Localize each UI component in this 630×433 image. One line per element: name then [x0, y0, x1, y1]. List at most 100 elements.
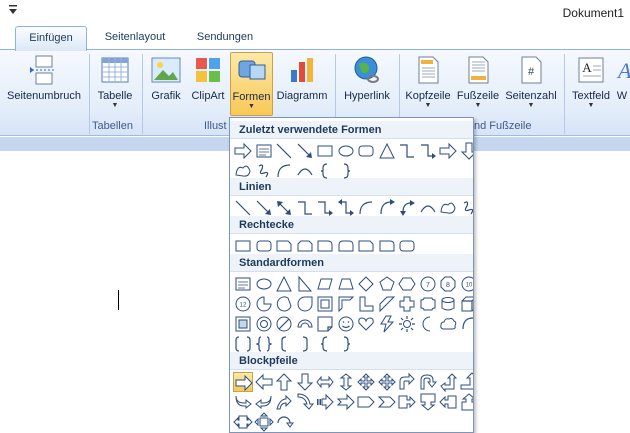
shape-option[interactable]: [274, 314, 294, 334]
shape-option[interactable]: [397, 294, 417, 314]
clipart-button[interactable]: ClipArt: [188, 54, 228, 116]
wordart-button[interactable]: A W: [614, 54, 630, 116]
shape-option[interactable]: [397, 372, 417, 392]
textbox-button[interactable]: A Textfeld ▼: [568, 54, 614, 116]
shape-option[interactable]: [295, 198, 315, 218]
shape-option[interactable]: 8: [438, 274, 458, 294]
shape-option[interactable]: [254, 334, 274, 354]
shapes-button[interactable]: Formen ▼: [230, 52, 273, 116]
shape-option[interactable]: [459, 314, 473, 334]
shape-option[interactable]: [459, 392, 473, 412]
shape-option[interactable]: 10: [459, 274, 473, 294]
shape-option[interactable]: [233, 372, 253, 392]
shape-option[interactable]: [397, 141, 417, 161]
shape-option[interactable]: [253, 412, 274, 432]
page-break-button[interactable]: Seitenumbruch: [3, 54, 85, 116]
shape-option[interactable]: [356, 141, 376, 161]
shape-option[interactable]: [254, 294, 274, 314]
shape-option[interactable]: [233, 236, 253, 256]
shape-option[interactable]: [274, 294, 294, 314]
shape-option[interactable]: [295, 161, 315, 181]
shape-option[interactable]: [377, 294, 397, 314]
shape-option[interactable]: [397, 274, 417, 294]
shape-option[interactable]: [356, 294, 376, 314]
shape-option[interactable]: [336, 334, 356, 354]
shape-option[interactable]: [315, 236, 335, 256]
shape-option[interactable]: [254, 392, 274, 412]
customize-quick-access-icon[interactable]: [8, 4, 20, 18]
shape-option[interactable]: [418, 314, 438, 334]
shape-option[interactable]: [233, 141, 253, 161]
shape-option[interactable]: [274, 236, 294, 256]
shape-option[interactable]: [233, 314, 253, 334]
shape-option[interactable]: [397, 236, 417, 256]
shape-option[interactable]: [315, 294, 335, 314]
shape-option[interactable]: [459, 141, 473, 161]
shape-option[interactable]: [315, 274, 335, 294]
shape-option[interactable]: [274, 412, 294, 432]
shape-option[interactable]: [295, 314, 315, 334]
shape-option[interactable]: [315, 314, 335, 334]
shape-option[interactable]: [418, 294, 438, 314]
shape-option[interactable]: [356, 198, 376, 218]
shape-option[interactable]: [295, 274, 315, 294]
shape-option[interactable]: 12: [233, 294, 253, 314]
shape-option[interactable]: [315, 141, 335, 161]
picture-button[interactable]: Grafik: [146, 54, 186, 116]
shape-option[interactable]: [459, 198, 474, 218]
shape-option[interactable]: [438, 198, 458, 218]
shape-option[interactable]: [336, 392, 356, 412]
shape-option[interactable]: [295, 236, 315, 256]
shape-option[interactable]: 7: [418, 274, 438, 294]
shape-option[interactable]: [438, 141, 458, 161]
shape-option[interactable]: [377, 392, 397, 412]
shape-option[interactable]: [336, 314, 356, 334]
shape-option[interactable]: [315, 161, 335, 181]
shape-option[interactable]: [336, 294, 356, 314]
shape-option[interactable]: [295, 294, 315, 314]
table-button[interactable]: Tabelle ▼: [93, 54, 137, 116]
shape-option[interactable]: [274, 161, 294, 181]
shape-option[interactable]: [356, 372, 376, 392]
shape-option[interactable]: [295, 334, 315, 354]
shape-option[interactable]: [377, 236, 397, 256]
shape-option[interactable]: [254, 236, 274, 256]
shape-option[interactable]: [254, 198, 274, 218]
shape-option[interactable]: [233, 274, 253, 294]
shape-option[interactable]: [438, 294, 458, 314]
shape-option[interactable]: [336, 198, 356, 218]
shape-option[interactable]: [274, 198, 294, 218]
shape-option[interactable]: [397, 198, 417, 218]
shape-option[interactable]: [418, 198, 438, 218]
shape-option[interactable]: [254, 372, 274, 392]
shape-option[interactable]: [377, 141, 397, 161]
shape-option[interactable]: [233, 392, 253, 412]
shape-option[interactable]: [274, 274, 294, 294]
shape-option[interactable]: [438, 314, 458, 334]
shape-option[interactable]: [418, 372, 438, 392]
shape-option[interactable]: [336, 236, 356, 256]
shape-option[interactable]: [356, 392, 376, 412]
shape-option[interactable]: [315, 334, 335, 354]
shape-option[interactable]: [295, 141, 315, 161]
hyperlink-button[interactable]: Hyperlink: [339, 54, 395, 116]
shape-option[interactable]: [336, 161, 356, 181]
shape-option[interactable]: [254, 161, 274, 181]
shape-option[interactable]: [397, 392, 417, 412]
shape-option[interactable]: [459, 294, 473, 314]
shape-option[interactable]: [377, 198, 397, 218]
shape-option[interactable]: [397, 314, 417, 334]
shape-option[interactable]: [274, 392, 294, 412]
shape-option[interactable]: [274, 372, 294, 392]
shape-option[interactable]: [459, 372, 473, 392]
shape-option[interactable]: [295, 372, 315, 392]
shape-option[interactable]: [377, 372, 397, 392]
shape-option[interactable]: [336, 274, 356, 294]
shape-option[interactable]: [233, 334, 253, 354]
header-button[interactable]: Kopfzeile ▼: [403, 54, 453, 116]
shape-option[interactable]: [377, 274, 397, 294]
footer-button[interactable]: Fußzeile ▼: [455, 54, 501, 116]
shape-option[interactable]: [377, 314, 397, 334]
shape-option[interactable]: [356, 274, 376, 294]
shape-option[interactable]: [356, 314, 376, 334]
